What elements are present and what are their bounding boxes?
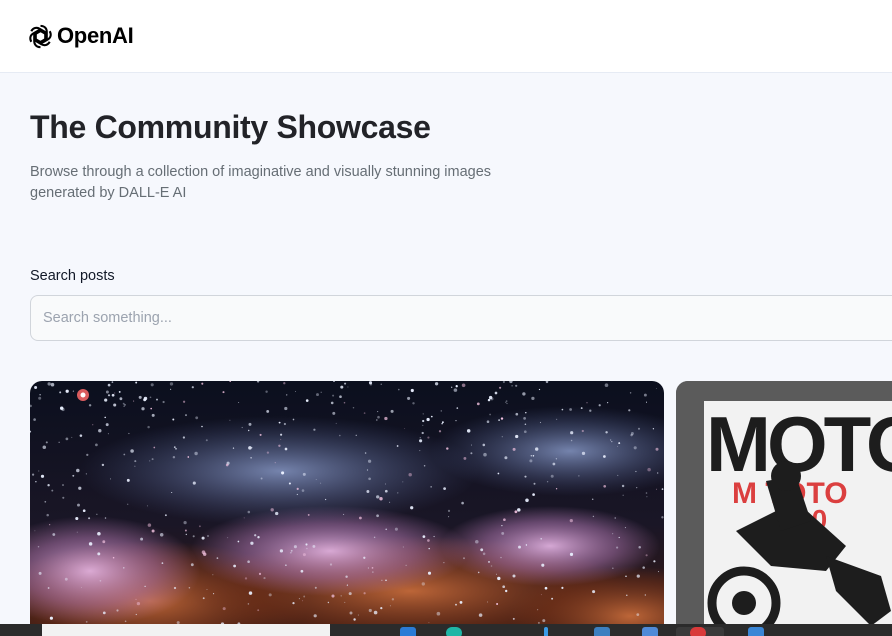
mail-icon[interactable] <box>594 627 610 636</box>
search-input[interactable] <box>30 295 892 341</box>
page-title: The Community Showcase <box>30 109 431 145</box>
store-icon[interactable] <box>544 627 548 636</box>
logo-text: OpenAI <box>57 23 134 48</box>
galaxy-nebula-image <box>30 381 664 636</box>
edge-icon[interactable] <box>446 627 462 636</box>
image-card[interactable] <box>30 381 664 636</box>
motocross-poster-image: MOTO M TOTO 10 <box>676 381 892 636</box>
search-label: Search posts <box>30 268 115 284</box>
terminal-icon[interactable] <box>748 627 764 636</box>
openai-logo-link[interactable]: OpenAI <box>26 22 134 51</box>
taskbar-search-box[interactable] <box>42 624 330 636</box>
chrome-icon[interactable] <box>690 627 706 636</box>
image-card[interactable]: MOTO M TOTO 10 <box>676 381 892 636</box>
header: OpenAI <box>0 0 892 73</box>
openai-logo-icon <box>26 22 55 51</box>
file-explorer-icon[interactable] <box>400 627 416 636</box>
page-subtitle: Browse through a collection of imaginati… <box>30 164 492 201</box>
vscode-icon[interactable] <box>642 627 658 636</box>
taskbar <box>0 624 892 636</box>
